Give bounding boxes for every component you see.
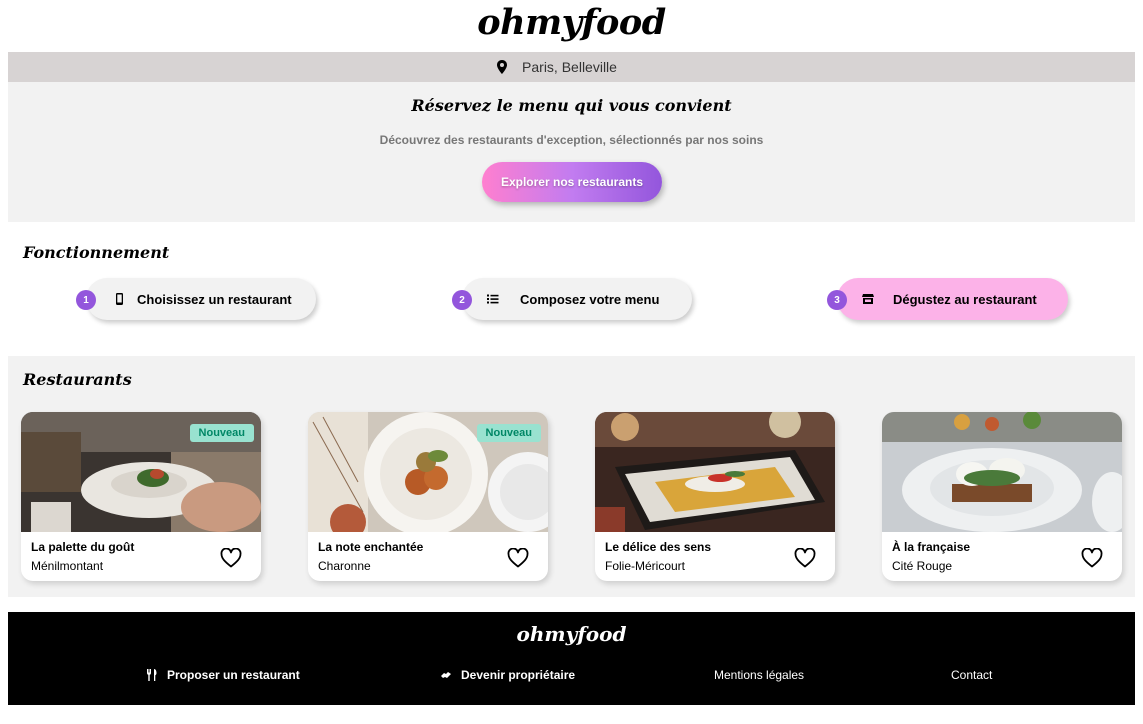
restaurant-photo xyxy=(595,412,835,532)
how-it-works-title: Fonctionnement xyxy=(23,243,170,262)
restaurant-name: À la française xyxy=(892,540,971,554)
footer-logo[interactable]: ohmyfood xyxy=(8,622,1135,646)
hero-section: Réservez le menu qui vous convient Décou… xyxy=(8,82,1135,222)
restaurant-name: La note enchantée xyxy=(318,540,424,554)
restaurant-card[interactable]: À la française Cité Rouge xyxy=(882,412,1122,581)
restaurants-title: Restaurants xyxy=(23,370,132,389)
utensils-icon xyxy=(146,669,158,681)
step-label: Composez votre menu xyxy=(520,292,660,307)
restaurant-area: Folie-Méricourt xyxy=(605,559,686,573)
propose-restaurant-link[interactable]: Proposer un restaurant xyxy=(146,668,300,682)
restaurant-card[interactable]: Nouveau La palette du goût Ménilmontant xyxy=(21,412,261,581)
step-enjoy-restaurant: 3 Dégustez au restaurant xyxy=(827,278,1068,320)
new-badge: Nouveau xyxy=(476,424,541,442)
footer-link-label: Mentions légales xyxy=(714,668,805,682)
step-number: 3 xyxy=(827,290,847,310)
smartphone-icon xyxy=(112,292,126,306)
store-icon xyxy=(861,292,875,306)
step-number: 2 xyxy=(452,290,472,310)
step-label: Choisissez un restaurant xyxy=(137,292,292,307)
restaurant-card[interactable]: Le délice des sens Folie-Méricourt xyxy=(595,412,835,581)
handshake-icon xyxy=(440,669,452,681)
become-owner-link[interactable]: Devenir propriétaire xyxy=(440,668,575,682)
new-badge: Nouveau xyxy=(189,424,254,442)
hero-subtitle: Découvrez des restaurants d'exception, s… xyxy=(379,133,764,147)
step-compose-menu: 2 Composez votre menu xyxy=(452,278,692,320)
restaurant-area: Charonne xyxy=(318,559,371,573)
heart-icon[interactable] xyxy=(794,548,816,568)
heart-icon[interactable] xyxy=(507,548,529,568)
step-choose-restaurant: 1 Choisissez un restaurant xyxy=(76,278,316,320)
heart-icon[interactable] xyxy=(220,548,242,568)
hero-title: Réservez le menu qui vous convient xyxy=(411,96,732,115)
restaurant-name: La palette du goût xyxy=(31,540,135,554)
footer: ohmyfood Proposer un restaurant Devenir … xyxy=(8,612,1135,705)
location-text: Paris, Belleville xyxy=(522,59,617,75)
restaurant-area: Ménilmontant xyxy=(31,559,104,573)
heart-icon[interactable] xyxy=(1081,548,1103,568)
explore-restaurants-button[interactable]: Explorer nos restaurants xyxy=(482,162,662,202)
footer-link-label: Proposer un restaurant xyxy=(167,668,300,682)
restaurant-area: Cité Rouge xyxy=(892,559,953,573)
step-label: Dégustez au restaurant xyxy=(893,292,1037,307)
restaurant-name: Le délice des sens xyxy=(605,540,712,554)
list-icon xyxy=(486,292,500,306)
restaurant-card[interactable]: Nouveau La note enchantée Charonne xyxy=(308,412,548,581)
restaurants-section: Restaurants Nouveau La palette du goût M… xyxy=(8,356,1135,597)
step-number: 1 xyxy=(76,290,96,310)
site-logo[interactable]: ohmyfood xyxy=(0,0,1143,52)
restaurant-photo xyxy=(882,412,1122,532)
map-pin-icon xyxy=(496,60,508,74)
location-bar: Paris, Belleville xyxy=(8,52,1135,82)
footer-link-label: Devenir propriétaire xyxy=(461,668,576,682)
legal-notice-link[interactable]: Mentions légales xyxy=(714,668,804,682)
contact-link[interactable]: Contact xyxy=(951,668,992,682)
footer-link-label: Contact xyxy=(951,668,993,682)
